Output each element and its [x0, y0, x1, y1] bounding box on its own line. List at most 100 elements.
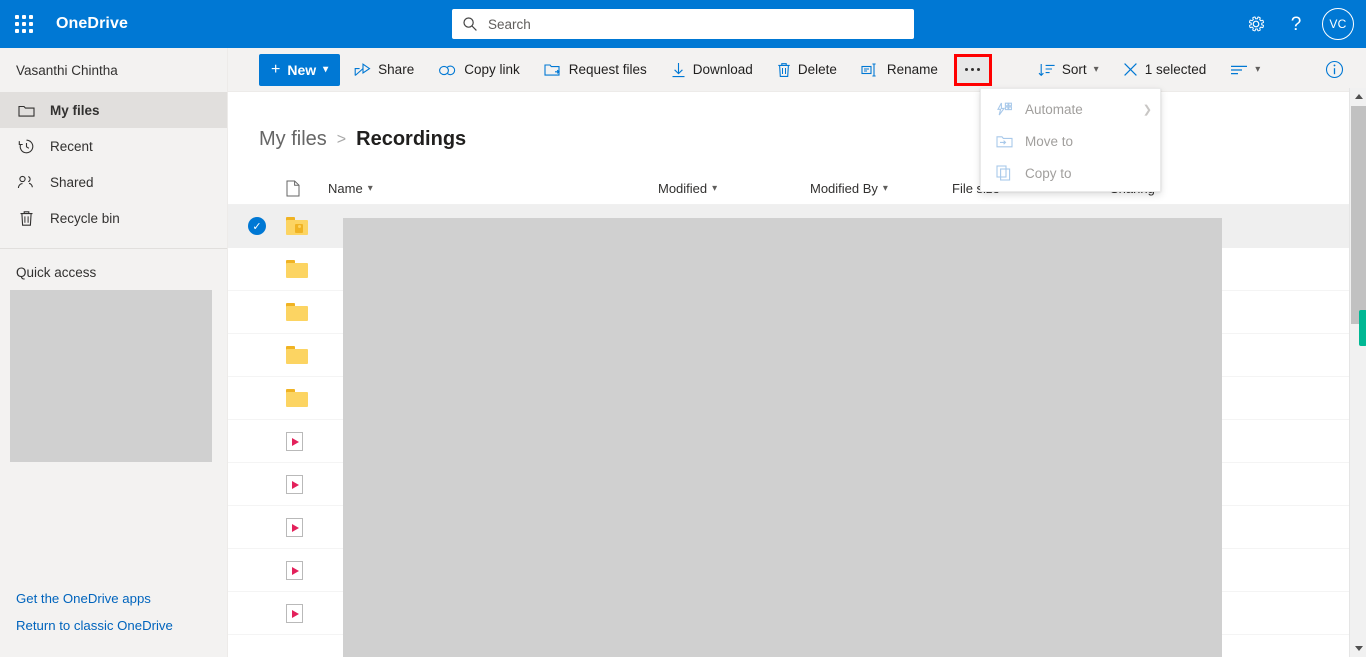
rename-label: Rename [886, 62, 938, 77]
request-files-button[interactable]: Request files [534, 50, 657, 90]
sidebar-item-recent[interactable]: Recent [0, 128, 227, 164]
share-label: Share [378, 62, 415, 77]
chevron-down-icon: ▾ [323, 64, 329, 75]
menu-item-label: Automate [1025, 101, 1083, 117]
sidebar-item-label: Shared [50, 174, 94, 190]
suite-actions: ? VC [1236, 0, 1358, 48]
rename-button[interactable]: Rename [851, 50, 948, 90]
search-icon [463, 17, 477, 31]
selection-count-button[interactable]: 1 selected [1113, 50, 1217, 90]
chevron-down-icon: ▾ [1093, 64, 1099, 75]
folder-icon [286, 303, 328, 321]
people-icon [16, 172, 36, 192]
folder-icon [286, 260, 328, 278]
sort-button[interactable]: Sort ▾ [1028, 50, 1109, 90]
menu-item-label: Move to [1025, 133, 1074, 149]
trash-icon [777, 62, 791, 78]
ellipsis-icon [965, 68, 981, 71]
breadcrumb: My files > Recordings [228, 92, 1366, 151]
help-button[interactable]: ? [1276, 0, 1316, 48]
scroll-up-button[interactable] [1350, 88, 1366, 105]
new-button[interactable]: + New ▾ [259, 53, 341, 86]
brand-title[interactable]: OneDrive [56, 15, 128, 33]
scroll-position-marker [1359, 310, 1366, 346]
video-file-icon [286, 517, 328, 537]
vertical-scrollbar[interactable] [1349, 88, 1366, 657]
column-header-modified[interactable]: Modified ▾ [658, 181, 810, 196]
sidebar-item-my-files[interactable]: My files [0, 92, 227, 128]
chevron-right-icon: ❯ [1142, 103, 1152, 116]
column-label: Name [328, 181, 363, 196]
menu-item-label: Copy to [1025, 165, 1072, 181]
file-list-header: Name ▾ Modified ▾ Modified By ▾ File siz… [228, 173, 1366, 205]
sidebar-item-recycle-bin[interactable]: Recycle bin [0, 200, 227, 236]
column-header-name[interactable]: Name ▾ [328, 181, 658, 196]
sidebar-footer-links: Get the OneDrive apps Return to classic … [0, 585, 228, 639]
details-pane-button[interactable] [1314, 50, 1354, 90]
sort-label: Sort [1061, 62, 1087, 77]
checkmark-icon: ✓ [248, 217, 266, 235]
link-icon [438, 63, 457, 77]
waffle-icon [15, 15, 33, 33]
breadcrumb-separator: > [336, 130, 347, 148]
menu-item-automate[interactable]: Automate ❯ [981, 93, 1160, 125]
settings-button[interactable] [1236, 0, 1276, 48]
breadcrumb-parent[interactable]: My files [259, 128, 327, 151]
video-file-icon [286, 603, 328, 623]
scrollbar-thumb[interactable] [1351, 106, 1366, 324]
delete-button[interactable]: Delete [767, 50, 847, 90]
column-label: Modified [658, 181, 708, 196]
video-file-icon [286, 474, 328, 494]
page-title: Recordings [356, 128, 467, 150]
account-owner-name: Vasanthi Chintha [16, 62, 118, 78]
download-icon [671, 62, 686, 78]
onedrive-window: OneDrive ? VC Vasanthi Chintha [0, 0, 1366, 657]
download-label: Download [692, 62, 753, 77]
avatar[interactable]: VC [1322, 8, 1354, 40]
gear-icon [1248, 16, 1265, 32]
chevron-down-icon: ▾ [367, 183, 373, 194]
folder-icon [286, 346, 328, 364]
request-files-label: Request files [568, 62, 647, 77]
share-icon [354, 62, 371, 77]
get-onedrive-apps-link[interactable]: Get the OneDrive apps [0, 585, 228, 612]
plus-icon: + [271, 60, 281, 78]
delete-label: Delete [797, 62, 837, 77]
view-options-button[interactable]: ▾ [1220, 50, 1270, 90]
app-launcher-button[interactable] [0, 0, 48, 48]
download-button[interactable]: Download [661, 50, 763, 90]
info-icon [1325, 60, 1343, 79]
quick-access-placeholder [10, 290, 212, 462]
copy-link-button[interactable]: Copy link [428, 50, 530, 90]
more-options-button[interactable] [953, 53, 992, 86]
column-header-modified-by[interactable]: Modified By ▾ [810, 181, 952, 196]
menu-item-move-to[interactable]: Move to [981, 125, 1160, 157]
new-button-label: New [287, 61, 317, 78]
folder-icon [16, 100, 36, 120]
folder-icon [286, 389, 328, 407]
close-icon [1123, 62, 1138, 77]
redaction-overlay [343, 218, 1222, 657]
sidebar-item-shared[interactable]: Shared [0, 164, 227, 200]
return-to-classic-onedrive-link[interactable]: Return to classic OneDrive [0, 612, 228, 639]
list-view-icon [1230, 64, 1248, 76]
search-input[interactable] [486, 15, 904, 33]
request-files-icon [544, 62, 562, 78]
shared-folder-icon [286, 217, 328, 235]
help-icon: ? [1290, 13, 1302, 35]
file-type-header[interactable] [286, 180, 328, 197]
share-button[interactable]: Share [344, 50, 424, 90]
caret-down-icon [1354, 646, 1363, 651]
menu-item-copy-to[interactable]: Copy to [981, 157, 1160, 189]
clock-icon [16, 136, 36, 156]
copy-link-label: Copy link [464, 62, 520, 77]
sort-icon [1038, 63, 1055, 77]
chevron-down-icon: ▾ [712, 183, 718, 194]
row-checkbox[interactable]: ✓ [228, 217, 286, 235]
search-box[interactable] [452, 9, 914, 39]
automate-icon [995, 102, 1013, 117]
column-label: Modified By [810, 181, 878, 196]
scroll-down-button[interactable] [1350, 640, 1366, 657]
caret-up-icon [1354, 94, 1363, 99]
rename-icon [861, 62, 880, 77]
